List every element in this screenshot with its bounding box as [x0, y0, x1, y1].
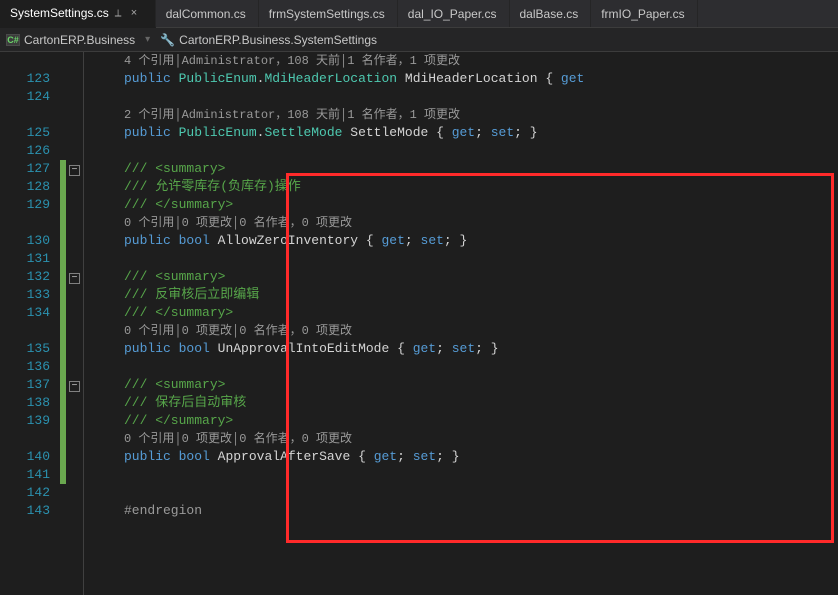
- code-lens[interactable]: 4 个引用│Administrator，108 天前│1 名作者，1 项更改: [84, 52, 838, 70]
- line-number: [0, 106, 50, 124]
- line-number: 128: [0, 178, 50, 196]
- line-number: 136: [0, 358, 50, 376]
- line-number: 129: [0, 196, 50, 214]
- code-lens[interactable]: 0 个引用│0 项更改│0 名作者，0 项更改: [84, 322, 838, 340]
- fold-toggle-icon[interactable]: −: [69, 273, 80, 284]
- line-number: [0, 430, 50, 448]
- line-number: 123: [0, 70, 50, 88]
- line-number: 138: [0, 394, 50, 412]
- code-lens[interactable]: 0 个引用│0 项更改│0 名作者，0 项更改: [84, 214, 838, 232]
- code-line: public PublicEnum.MdiHeaderLocation MdiH…: [84, 70, 838, 88]
- line-number: 127: [0, 160, 50, 178]
- tab-systemsettings[interactable]: SystemSettings.cs ⟂ ×: [0, 0, 156, 28]
- code-line: [84, 466, 838, 484]
- pin-icon[interactable]: ⟂: [115, 8, 125, 19]
- doc-comment: /// </summary>: [84, 196, 838, 214]
- class-icon: 🔧: [160, 33, 175, 47]
- code-line: public bool ApprovalAfterSave { get; set…: [84, 448, 838, 466]
- code-lens[interactable]: 2 个引用│Administrator，108 天前│1 名作者，1 项更改: [84, 106, 838, 124]
- line-number: 132: [0, 268, 50, 286]
- line-number: 124: [0, 88, 50, 106]
- breadcrumb-class[interactable]: 🔧 CartonERP.Business.SystemSettings: [160, 33, 387, 47]
- doc-comment: /// <summary>: [84, 268, 838, 286]
- line-number: 125: [0, 124, 50, 142]
- line-number: 126: [0, 142, 50, 160]
- code-line: public bool AllowZeroInventory { get; se…: [84, 232, 838, 250]
- code-line: [84, 142, 838, 160]
- fold-gutter: − − −: [66, 52, 84, 595]
- fold-toggle-icon[interactable]: −: [69, 381, 80, 392]
- tab-label: dal_IO_Paper.cs: [408, 7, 497, 21]
- doc-comment: /// </summary>: [84, 304, 838, 322]
- tab-label: frmSystemSettings.cs: [269, 7, 385, 21]
- csharp-file-icon: C#: [6, 34, 20, 46]
- line-number: 135: [0, 340, 50, 358]
- code-line: public PublicEnum.SettleMode SettleMode …: [84, 124, 838, 142]
- doc-comment: /// </summary>: [84, 412, 838, 430]
- line-number: 137: [0, 376, 50, 394]
- doc-comment: /// <summary>: [84, 376, 838, 394]
- line-number: 139: [0, 412, 50, 430]
- code-line: [84, 484, 838, 502]
- tab-label: dalCommon.cs: [166, 7, 246, 21]
- tab-frmio-paper[interactable]: frmIO_Paper.cs: [591, 0, 697, 27]
- line-number: 142: [0, 484, 50, 502]
- breadcrumb: C# CartonERP.Business ▾ 🔧 CartonERP.Busi…: [0, 28, 838, 52]
- region-directive: #endregion: [84, 502, 838, 520]
- breadcrumb-separator: ▾: [145, 34, 160, 45]
- tab-label: dalBase.cs: [520, 7, 579, 21]
- doc-comment: /// 允许零库存(负库存)操作: [84, 178, 838, 196]
- line-number: 141: [0, 466, 50, 484]
- line-number: 134: [0, 304, 50, 322]
- line-number: 133: [0, 286, 50, 304]
- class-label: CartonERP.Business.SystemSettings: [179, 33, 377, 47]
- close-icon[interactable]: ×: [131, 7, 143, 19]
- line-number: [0, 214, 50, 232]
- line-number: [0, 322, 50, 340]
- line-number: 140: [0, 448, 50, 466]
- tab-dalbase[interactable]: dalBase.cs: [510, 0, 592, 27]
- line-number-gutter: 123 124 125 126 127 128 129 130 131 132 …: [0, 52, 60, 595]
- tab-bar: SystemSettings.cs ⟂ × dalCommon.cs frmSy…: [0, 0, 838, 28]
- code-line: [84, 358, 838, 376]
- code-editor[interactable]: 123 124 125 126 127 128 129 130 131 132 …: [0, 52, 838, 595]
- tab-dalcommon[interactable]: dalCommon.cs: [156, 0, 259, 27]
- tab-dal-io-paper[interactable]: dal_IO_Paper.cs: [398, 0, 510, 27]
- line-number: 143: [0, 502, 50, 520]
- namespace-label: CartonERP.Business: [24, 33, 135, 47]
- line-number: 130: [0, 232, 50, 250]
- code-content[interactable]: 4 个引用│Administrator，108 天前│1 名作者，1 项更改 p…: [84, 52, 838, 595]
- code-line: [84, 88, 838, 106]
- code-line: public bool UnApprovalIntoEditMode { get…: [84, 340, 838, 358]
- line-number: 131: [0, 250, 50, 268]
- tab-label: SystemSettings.cs: [10, 6, 109, 20]
- fold-toggle-icon[interactable]: −: [69, 165, 80, 176]
- doc-comment: /// 反审核后立即编辑: [84, 286, 838, 304]
- breadcrumb-namespace[interactable]: C# CartonERP.Business: [6, 33, 145, 47]
- tab-frmsystemsettings[interactable]: frmSystemSettings.cs: [259, 0, 398, 27]
- code-line: [84, 250, 838, 268]
- line-number: [0, 52, 50, 70]
- doc-comment: /// <summary>: [84, 160, 838, 178]
- doc-comment: /// 保存后自动审核: [84, 394, 838, 412]
- tab-label: frmIO_Paper.cs: [601, 7, 684, 21]
- code-lens[interactable]: 0 个引用│0 项更改│0 名作者，0 项更改: [84, 430, 838, 448]
